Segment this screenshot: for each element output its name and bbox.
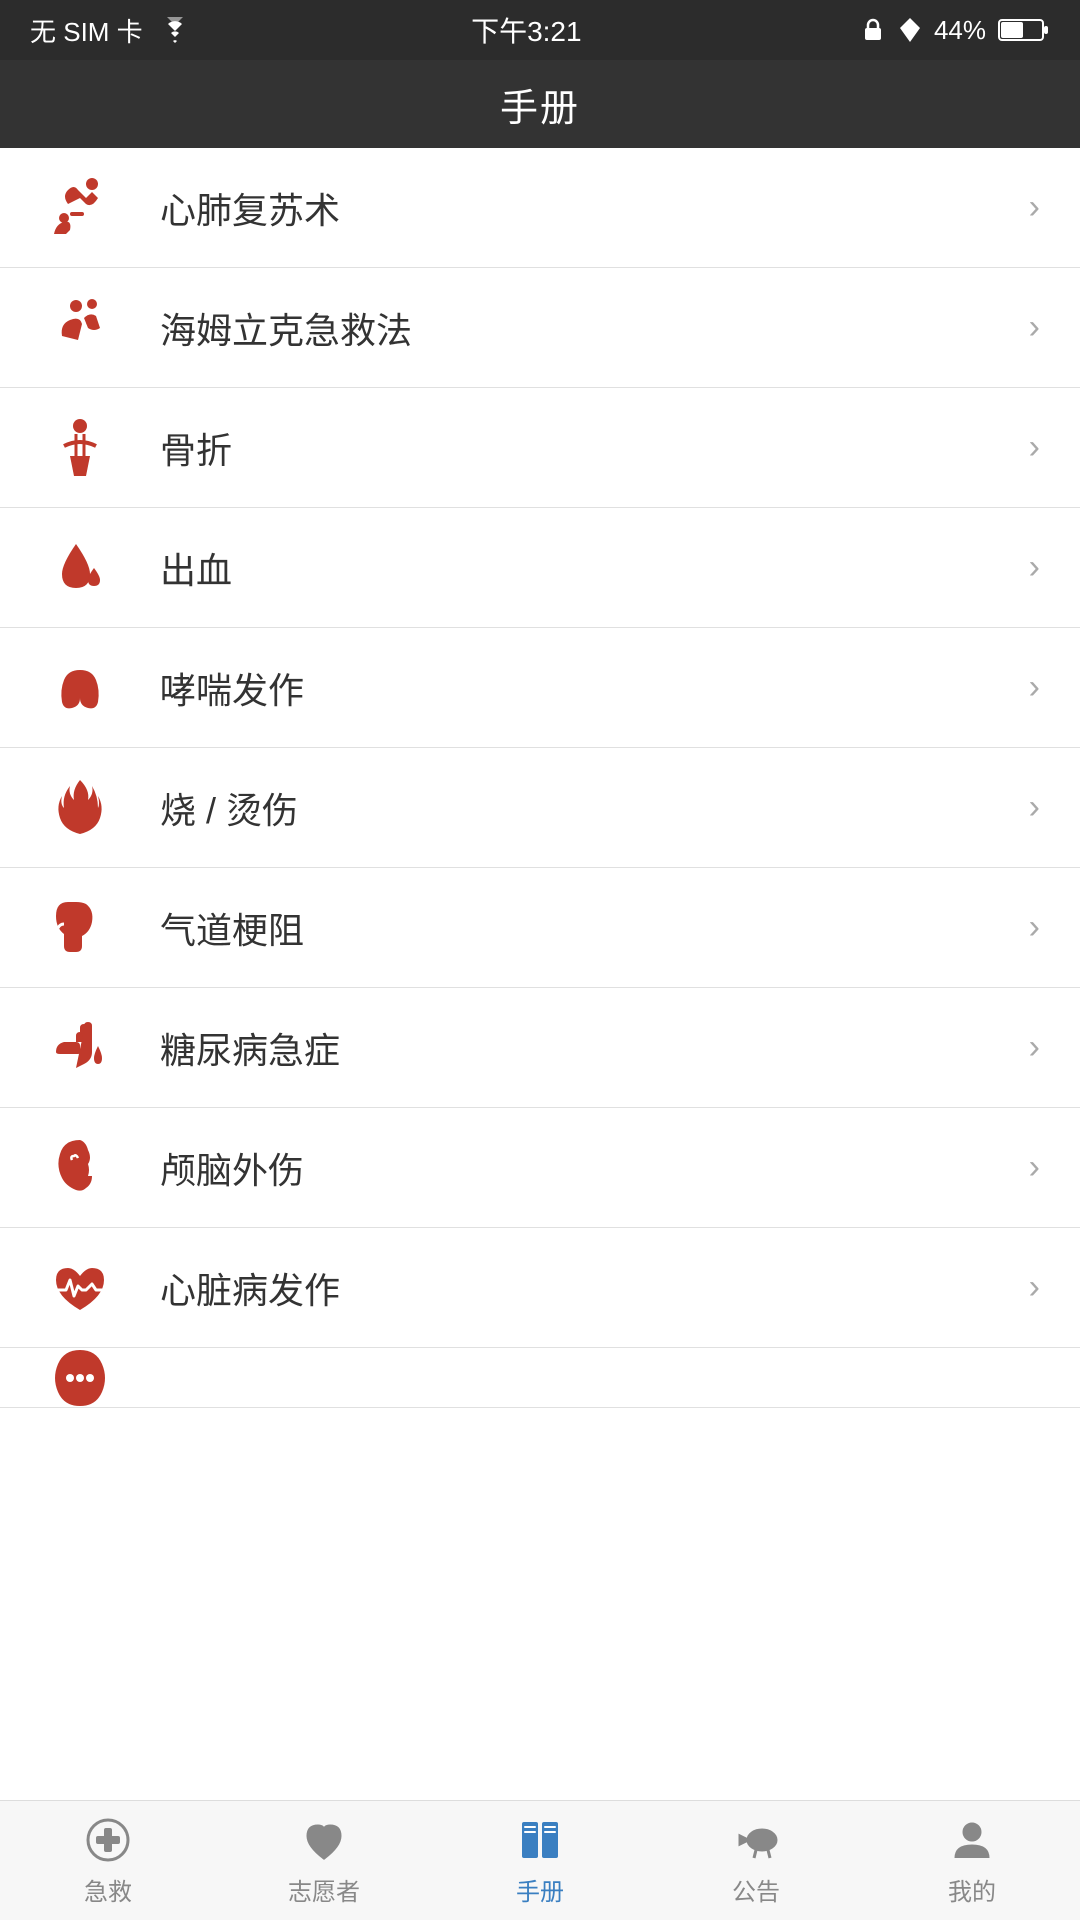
list-item-diabetes[interactable]: 糖尿病急症 › — [0, 988, 1080, 1108]
chevron-fracture: › — [1029, 428, 1040, 467]
item-label-fracture: 骨折 — [160, 422, 1019, 474]
tab-rescue[interactable]: 急救 — [0, 1801, 216, 1920]
handbook-tab-icon — [514, 1814, 566, 1866]
volunteer-tab-label: 志愿者 — [288, 1872, 360, 1907]
tab-handbook[interactable]: 手册 — [432, 1801, 648, 1920]
diabetes-icon — [40, 1008, 120, 1088]
status-right: 44% — [860, 15, 1050, 46]
asthma-icon — [40, 648, 120, 728]
rescue-tab-label: 急救 — [84, 1872, 132, 1907]
list-item-burn[interactable]: 烧 / 烫伤 › — [0, 748, 1080, 868]
more-icon — [40, 1348, 120, 1408]
battery-percent: 44% — [934, 15, 986, 46]
airway-icon — [40, 888, 120, 968]
bleeding-icon — [40, 528, 120, 608]
chevron-asthma: › — [1029, 668, 1040, 707]
head-icon — [40, 1128, 120, 1208]
chevron-diabetes: › — [1029, 1028, 1040, 1067]
tab-bar: 急救 志愿者 手册 — [0, 1800, 1080, 1920]
list-item-bleeding[interactable]: 出血 › — [0, 508, 1080, 628]
heart-icon — [40, 1248, 120, 1328]
page-header: 手册 — [0, 60, 1080, 148]
item-label-asthma: 哮喘发作 — [160, 662, 1019, 714]
list-item-airway[interactable]: 气道梗阻 › — [0, 868, 1080, 988]
item-label-head: 颅脑外伤 — [160, 1142, 1019, 1194]
location-icon — [898, 16, 922, 44]
item-label-diabetes: 糖尿病急症 — [160, 1022, 1019, 1074]
lock-icon — [860, 16, 886, 44]
notice-tab-label: 公告 — [732, 1872, 780, 1907]
status-left: 无 SIM 卡 — [30, 12, 193, 49]
handbook-list: 心肺复苏术 › 海姆立克急救法 › — [0, 148, 1080, 1800]
chevron-airway: › — [1029, 908, 1040, 947]
mine-tab-label: 我的 — [948, 1872, 996, 1907]
tab-notice[interactable]: 公告 — [648, 1801, 864, 1920]
item-label-burn: 烧 / 烫伤 — [160, 782, 1019, 834]
heimlich-icon — [40, 288, 120, 368]
battery-icon — [998, 17, 1050, 43]
item-label-airway: 气道梗阻 — [160, 902, 1019, 954]
list-item-heimlich[interactable]: 海姆立克急救法 › — [0, 268, 1080, 388]
tab-volunteer[interactable]: 志愿者 — [216, 1801, 432, 1920]
list-item-fracture[interactable]: 骨折 › — [0, 388, 1080, 508]
chevron-heimlich: › — [1029, 308, 1040, 347]
chevron-heart: › — [1029, 1268, 1040, 1307]
notice-tab-icon — [730, 1814, 782, 1866]
status-time: 下午3:21 — [471, 10, 582, 50]
rescue-tab-icon — [82, 1814, 134, 1866]
burn-icon — [40, 768, 120, 848]
item-label-bleeding: 出血 — [160, 542, 1019, 594]
list-item-head[interactable]: 颅脑外伤 › — [0, 1108, 1080, 1228]
fracture-icon — [40, 408, 120, 488]
cpr-icon — [40, 168, 120, 248]
chevron-bleeding: › — [1029, 548, 1040, 587]
volunteer-tab-icon — [298, 1814, 350, 1866]
chevron-head: › — [1029, 1148, 1040, 1187]
list-item-heart[interactable]: 心脏病发作 › — [0, 1228, 1080, 1348]
item-label-heimlich: 海姆立克急救法 — [160, 302, 1019, 354]
mine-tab-icon — [946, 1814, 998, 1866]
chevron-burn: › — [1029, 788, 1040, 827]
tab-mine[interactable]: 我的 — [864, 1801, 1080, 1920]
wifi-icon — [157, 17, 193, 43]
sim-status: 无 SIM 卡 — [30, 12, 143, 49]
list-item-more[interactable] — [0, 1348, 1080, 1408]
list-item-cpr[interactable]: 心肺复苏术 › — [0, 148, 1080, 268]
handbook-tab-label: 手册 — [516, 1872, 564, 1907]
item-label-heart: 心脏病发作 — [160, 1262, 1019, 1314]
page-title: 手册 — [500, 77, 580, 132]
list-item-asthma[interactable]: 哮喘发作 › — [0, 628, 1080, 748]
chevron-cpr: › — [1029, 188, 1040, 227]
item-label-cpr: 心肺复苏术 — [160, 182, 1019, 234]
status-bar: 无 SIM 卡 下午3:21 44% — [0, 0, 1080, 60]
